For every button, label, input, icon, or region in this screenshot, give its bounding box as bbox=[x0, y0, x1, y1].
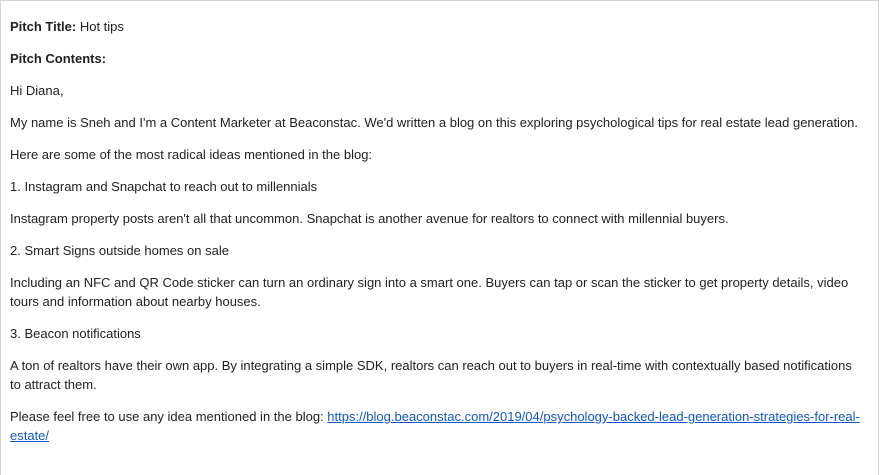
idea-heading: 2. Smart Signs outside homes on sale bbox=[10, 243, 229, 258]
idea-heading: 1. Instagram and Snapchat to reach out t… bbox=[10, 179, 318, 194]
email-intro: My name is Sneh and I'm a Content Market… bbox=[10, 115, 859, 130]
pitch-title-value: Hot tips bbox=[76, 19, 124, 34]
email-closing: Please feel free to use any idea mention… bbox=[10, 407, 864, 445]
idea-heading: 3. Beacon notifications bbox=[10, 326, 141, 341]
idea-body: A ton of realtors have their own app. By… bbox=[10, 358, 852, 392]
pitch-contents-label-row: Pitch Contents: bbox=[10, 49, 864, 68]
pitch-contents-label: Pitch Contents: bbox=[10, 51, 107, 66]
pitch-contents-body: Hi Diana, My name is Sneh and I'm a Cont… bbox=[10, 81, 864, 445]
email-lead-in: Here are some of the most radical ideas … bbox=[10, 147, 373, 162]
email-closing-text: Please feel free to use any idea mention… bbox=[10, 409, 328, 424]
idea-body: Instagram property posts aren't all that… bbox=[10, 211, 729, 226]
pitch-title-row: Pitch Title: Hot tips bbox=[10, 17, 864, 36]
pitch-panel: Pitch Title: Hot tips Pitch Contents: Hi… bbox=[0, 0, 879, 475]
pitch-title-label: Pitch Title: bbox=[10, 19, 77, 34]
idea-body: Including an NFC and QR Code sticker can… bbox=[10, 275, 849, 309]
email-greeting: Hi Diana, bbox=[10, 83, 64, 98]
